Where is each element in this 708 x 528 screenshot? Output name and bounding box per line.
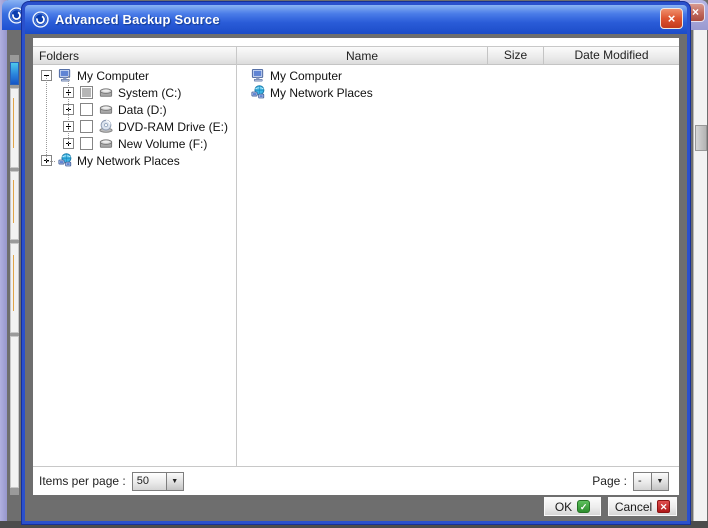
tree-item-label[interactable]: My Network Places	[73, 154, 180, 168]
dvd-icon	[98, 119, 114, 134]
chevron-down-icon[interactable]: ▼	[651, 472, 669, 491]
checkbox-partial[interactable]	[80, 86, 93, 99]
network-icon	[250, 85, 266, 100]
dialog-content: Folders My Computer System (C:) Data (D:) D…	[33, 38, 679, 495]
dialog-titlebar[interactable]: Advanced Backup Source ×	[25, 5, 687, 34]
folders-tree: My Computer System (C:) Data (D:) DVD-RAM D…	[33, 65, 236, 169]
folders-header-label: Folders	[33, 49, 79, 63]
file-list-panel: Name Size Date Modified My Computer My Ne…	[237, 47, 679, 466]
background-sidebar-item-selected	[10, 62, 19, 85]
background-window-left-border	[0, 0, 7, 528]
page-label: Page :	[592, 474, 627, 488]
items-per-page-label: Items per page :	[39, 474, 126, 488]
tree-connector-line	[46, 76, 47, 161]
column-size[interactable]: Size	[487, 47, 543, 64]
disk-icon	[98, 85, 114, 100]
tree-item-label[interactable]: My Computer	[73, 69, 149, 83]
my-computer-icon	[250, 68, 266, 83]
cancel-button[interactable]: Cancel ✕	[607, 496, 678, 517]
tree-item-new-volume-f[interactable]: New Volume (F:)	[33, 135, 236, 152]
tree-item-my-computer[interactable]: My Computer	[33, 67, 236, 84]
tree-item-label[interactable]: DVD-RAM Drive (E:)	[114, 120, 228, 134]
list-item-label[interactable]: My Network Places	[266, 86, 373, 100]
close-icon[interactable]: ×	[660, 8, 683, 29]
items-per-page-select[interactable]: 50 ▼	[132, 472, 184, 491]
list-item-label[interactable]: My Computer	[266, 69, 342, 83]
panels: Folders My Computer System (C:) Data (D:) D…	[33, 46, 679, 467]
folders-header: Folders	[33, 47, 236, 65]
tree-item-my-network-places[interactable]: My Network Places	[33, 152, 236, 169]
cancel-button-label: Cancel	[615, 500, 652, 514]
column-name[interactable]: Name	[237, 49, 487, 63]
cross-icon: ✕	[657, 500, 670, 513]
dialog-logo-icon	[32, 11, 49, 28]
background-sidebar-item	[10, 171, 19, 240]
advanced-backup-source-dialog: Advanced Backup Source × Folders My Comp…	[22, 2, 690, 524]
screen: × Advanced Backup Source × Folders My Co…	[0, 0, 708, 528]
background-window-scrollbar	[693, 30, 707, 522]
list-column-header: Name Size Date Modified	[237, 47, 679, 65]
items-per-page-value: 50	[132, 472, 166, 491]
checkbox-unchecked[interactable]	[80, 120, 93, 133]
sidebar-card-accent-line	[13, 180, 14, 223]
ok-button-label: OK	[555, 500, 572, 514]
disk-icon	[98, 136, 114, 151]
background-window-sidebar	[10, 55, 19, 495]
column-date-modified[interactable]: Date Modified	[543, 47, 679, 64]
chevron-down-icon[interactable]: ▼	[166, 472, 184, 491]
tree-item-label[interactable]: New Volume (F:)	[114, 137, 207, 151]
file-list: My Computer My Network Places	[237, 65, 679, 101]
tree-item-system-c[interactable]: System (C:)	[33, 84, 236, 101]
background-sidebar-item	[10, 336, 19, 488]
tree-item-label[interactable]: Data (D:)	[114, 103, 167, 117]
check-icon: ✓	[577, 500, 590, 513]
background-sidebar-item	[10, 243, 19, 333]
network-icon	[57, 153, 73, 168]
disk-icon	[98, 102, 114, 117]
my-computer-icon	[57, 68, 73, 83]
background-sidebar-item	[10, 88, 19, 168]
tree-item-label[interactable]: System (C:)	[114, 86, 181, 100]
page-select[interactable]: - ▼	[633, 472, 669, 491]
sidebar-card-accent-line	[13, 255, 14, 311]
background-window-scrollbar-thumb	[695, 125, 707, 151]
tree-connector-line	[68, 76, 69, 144]
list-item-my-network-places[interactable]: My Network Places	[237, 84, 679, 101]
dialog-footer: OK ✓ Cancel ✕	[25, 492, 687, 521]
folders-panel: Folders My Computer System (C:) Data (D:) D…	[33, 47, 237, 466]
sidebar-card-accent-line	[13, 98, 14, 148]
pagination-bar: Items per page : 50 ▼ Page : - ▼	[33, 467, 679, 495]
tree-connector-line	[47, 161, 55, 162]
dialog-title: Advanced Backup Source	[55, 12, 220, 27]
page-value: -	[633, 472, 651, 491]
list-item-my-computer[interactable]: My Computer	[237, 67, 679, 84]
tree-item-dvd-ram-drive-e[interactable]: DVD-RAM Drive (E:)	[33, 118, 236, 135]
ok-button[interactable]: OK ✓	[543, 496, 602, 517]
checkbox-unchecked[interactable]	[80, 137, 93, 150]
checkbox-unchecked[interactable]	[80, 103, 93, 116]
tree-item-data-d[interactable]: Data (D:)	[33, 101, 236, 118]
